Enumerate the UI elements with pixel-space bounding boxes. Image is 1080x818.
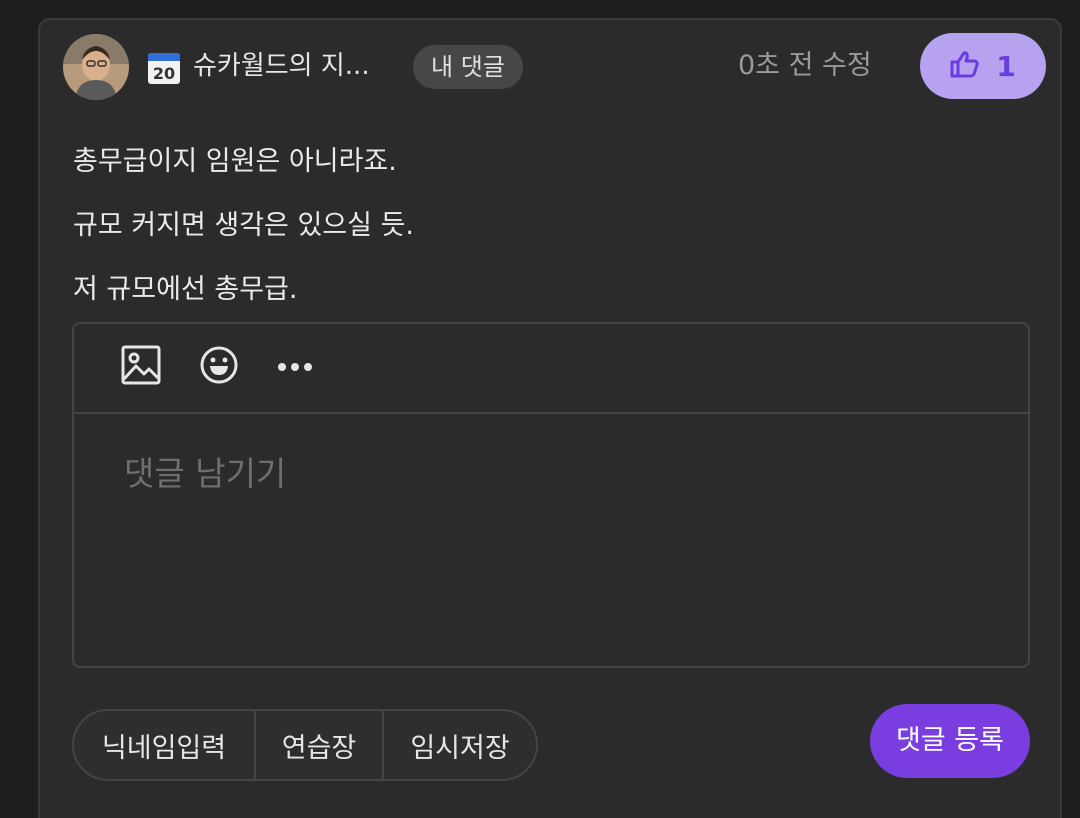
comment-body: 총무급이지 임원은 아니라죠. 규모 커지면 생각은 있으실 듯. 저 규모에선… bbox=[73, 142, 414, 334]
reply-input[interactable]: 댓글 남기기 bbox=[124, 452, 286, 496]
author-nickname[interactable]: 슈카월드의 지... bbox=[193, 48, 370, 84]
emoji-icon[interactable] bbox=[198, 344, 240, 390]
image-icon[interactable] bbox=[120, 344, 162, 390]
my-comment-badge: 내 댓글 bbox=[413, 45, 523, 89]
reply-options: 닉네임입력 연습장 임시저장 bbox=[72, 709, 538, 781]
temp-save-button[interactable]: 임시저장 bbox=[384, 711, 536, 779]
like-button[interactable]: 1 bbox=[920, 33, 1046, 99]
reply-toolbar bbox=[74, 324, 1028, 414]
comment-line: 총무급이지 임원은 아니라죠. bbox=[73, 146, 397, 177]
practice-button[interactable]: 연습장 bbox=[256, 711, 384, 779]
calendar-icon-text: 20 bbox=[153, 64, 175, 83]
thumbs-up-icon bbox=[950, 50, 980, 82]
calendar-icon: 20 bbox=[147, 51, 181, 85]
submit-comment-button[interactable]: 댓글 등록 bbox=[870, 704, 1030, 778]
comment-card: 20 슈카월드의 지... 내 댓글 0초 전 수정 1 총무급이지 임원은 아… bbox=[38, 18, 1062, 818]
reply-editor: 댓글 남기기 bbox=[72, 322, 1030, 668]
comment-line: 저 규모에선 총무급. bbox=[73, 274, 298, 305]
timestamp: 0초 전 수정 bbox=[738, 50, 872, 81]
comment-line: 규모 커지면 생각은 있으실 듯. bbox=[73, 210, 414, 241]
avatar[interactable] bbox=[63, 34, 129, 100]
like-count: 1 bbox=[996, 49, 1016, 83]
nickname-input-button[interactable]: 닉네임입력 bbox=[74, 711, 256, 779]
more-icon[interactable] bbox=[274, 346, 316, 392]
